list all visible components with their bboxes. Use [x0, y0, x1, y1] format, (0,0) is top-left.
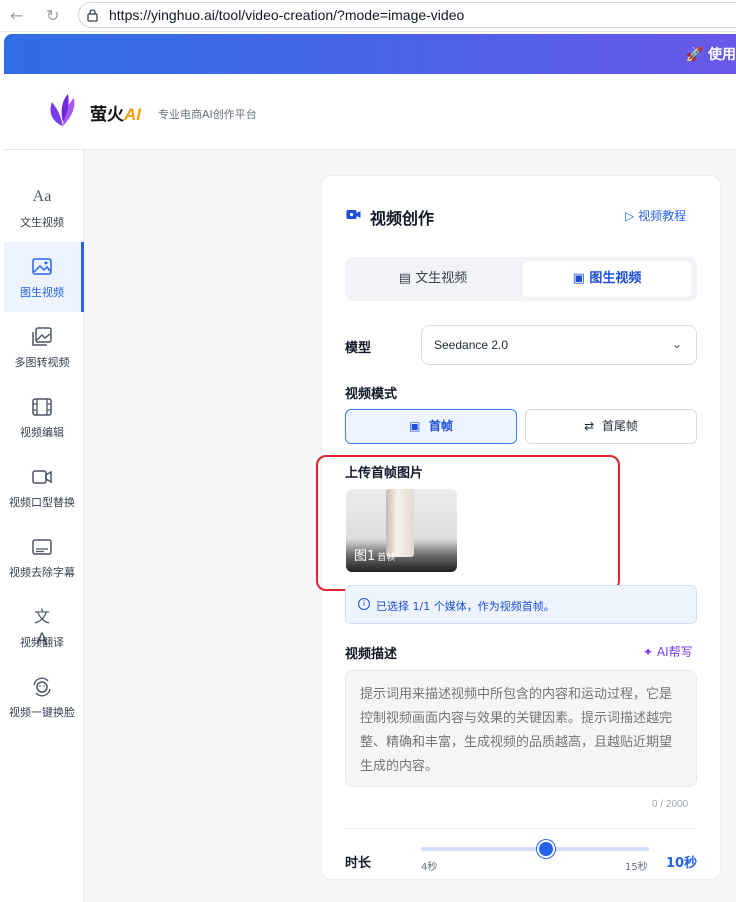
lock-icon [87, 9, 98, 22]
sidebar-item-text-to-video[interactable]: Aa 文生视频 [4, 180, 84, 250]
tutorial-label: 视频教程 [638, 209, 687, 223]
first-last-frame-button[interactable]: ⇄ 首尾帧 [525, 409, 697, 444]
uploaded-image-thumbnail[interactable]: 图1 首帧 [346, 489, 457, 572]
sidebar-item-lip-sync[interactable]: 视频口型替换 [4, 460, 84, 530]
sidebar-item-image-to-video[interactable]: 图生视频 [4, 242, 84, 312]
duration-min: 4秒 [421, 862, 438, 873]
brand-tagline: 专业电商AI创作平台 [158, 108, 257, 121]
upload-label: 上传首帧图片 [345, 466, 424, 481]
sidebar-item-video-translate[interactable]: 文A 视频翻译 [4, 600, 84, 670]
sidebar-item-label: 图生视频 [20, 286, 64, 299]
play-circle-icon: ▷ [625, 209, 635, 223]
mode-label: 首尾帧 [601, 419, 638, 433]
duration-value: 10秒 [666, 856, 698, 871]
description-label: 视频描述 [345, 647, 398, 662]
images-icon [32, 327, 52, 346]
document-icon: ▤ [398, 271, 412, 286]
info-text: 已选择 1/1 个媒体，作为视频首帧。 [376, 600, 555, 613]
tab-text-to-video[interactable]: ▤ 文生视频 [349, 261, 517, 297]
top-banner: 🚀 使用 [4, 34, 736, 74]
url-text: https://yinghuo.ai/tool/video-creation/?… [109, 7, 465, 23]
film-icon [32, 398, 52, 416]
model-value: Seedance 2.0 [434, 338, 509, 352]
sidebar-item-multi-image-video[interactable]: 多图转视频 [4, 320, 84, 390]
duration-slider-track[interactable] [421, 847, 649, 851]
char-counter: 0 / 2000 [652, 799, 689, 810]
mode-tabs: ▤ 文生视频 ▣ 图生视频 [345, 257, 697, 301]
subtitle-icon [32, 539, 52, 555]
thumbnail-sub: 首帧 [377, 553, 396, 563]
sidebar-item-label: 文生视频 [20, 216, 64, 229]
divider [345, 828, 697, 829]
brand-ai: AI [124, 105, 141, 124]
text-aa-icon: Aa [32, 188, 52, 205]
info-banner: i 已选择 1/1 个媒体，作为视频首帧。 [345, 585, 697, 624]
chevron-down-icon: ⌄ [671, 337, 682, 351]
firefly-logo-icon[interactable] [46, 92, 80, 130]
sidebar-item-face-swap[interactable]: 视频一键换脸 [4, 670, 84, 740]
face-swap-icon [33, 677, 51, 697]
swap-icon: ⇄ [584, 419, 595, 433]
page-title: 视频创作 [370, 209, 435, 228]
sidebar-item-label: 视频翻译 [20, 636, 64, 649]
model-select[interactable]: Seedance 2.0 ⌄ [421, 325, 697, 365]
thumbnail-index: 图1 [354, 549, 376, 564]
tab-label: 图生视频 [589, 271, 642, 286]
tab-image-to-video[interactable]: ▣ 图生视频 [523, 261, 691, 297]
tutorial-link[interactable]: ▷ 视频教程 [625, 207, 686, 224]
translate-icon: 文A [33, 607, 50, 648]
banner-text[interactable]: 🚀 使用 [686, 44, 736, 64]
site-header: 萤火AI 专业电商AI创作平台 [4, 74, 736, 150]
duration-max: 15秒 [625, 862, 648, 873]
sidebar-item-label: 视频一键换脸 [9, 706, 75, 719]
sidebar-item-label: 视频口型替换 [9, 496, 75, 509]
mode-label: 首帧 [428, 419, 453, 433]
sidebar-item-label: 多图转视频 [14, 356, 70, 369]
thumbnail-caption: 图1 首帧 [354, 545, 395, 564]
duration-label: 时长 [345, 856, 372, 871]
brand-name[interactable]: 萤火AI [90, 100, 141, 125]
sidebar-item-video-edit[interactable]: 视频编辑 [4, 390, 84, 460]
image-icon [32, 258, 52, 275]
brand-prefix: 萤火 [90, 105, 124, 125]
sidebar-item-label: 视频去除字幕 [9, 566, 75, 579]
camera-icon [32, 470, 52, 484]
ai-help-label: AI帮写 [656, 645, 693, 659]
description-input[interactable] [345, 670, 697, 787]
video-camera-icon [346, 210, 361, 219]
sidebar-item-remove-subtitles[interactable]: 视频去除字幕 [4, 530, 84, 600]
ai-write-button[interactable]: ✦ AI帮写 [643, 643, 693, 660]
image-icon: ▣ [572, 271, 585, 286]
first-frame-button[interactable]: ▣ 首帧 [345, 409, 517, 444]
info-icon: i [358, 598, 370, 610]
magic-wand-icon: ✦ [643, 645, 654, 659]
address-bar[interactable]: https://yinghuo.ai/tool/video-creation/?… [78, 2, 736, 28]
browser-toolbar: ← ↻ https://yinghuo.ai/tool/video-creati… [0, 0, 736, 32]
model-label: 模型 [345, 341, 372, 356]
reload-icon[interactable]: ↻ [46, 6, 59, 25]
sidebar-item-label: 视频编辑 [20, 426, 64, 439]
video-mode-label: 视频模式 [345, 387, 398, 402]
sidebar: Aa 文生视频 图生视频 多图转视频 视频编辑 视频口型替换 视频去除字幕 文A… [4, 150, 84, 902]
arrow-left-icon[interactable]: ← [10, 6, 23, 25]
tab-label: 文生视频 [415, 271, 468, 286]
frame-icon: ▣ [409, 419, 421, 433]
